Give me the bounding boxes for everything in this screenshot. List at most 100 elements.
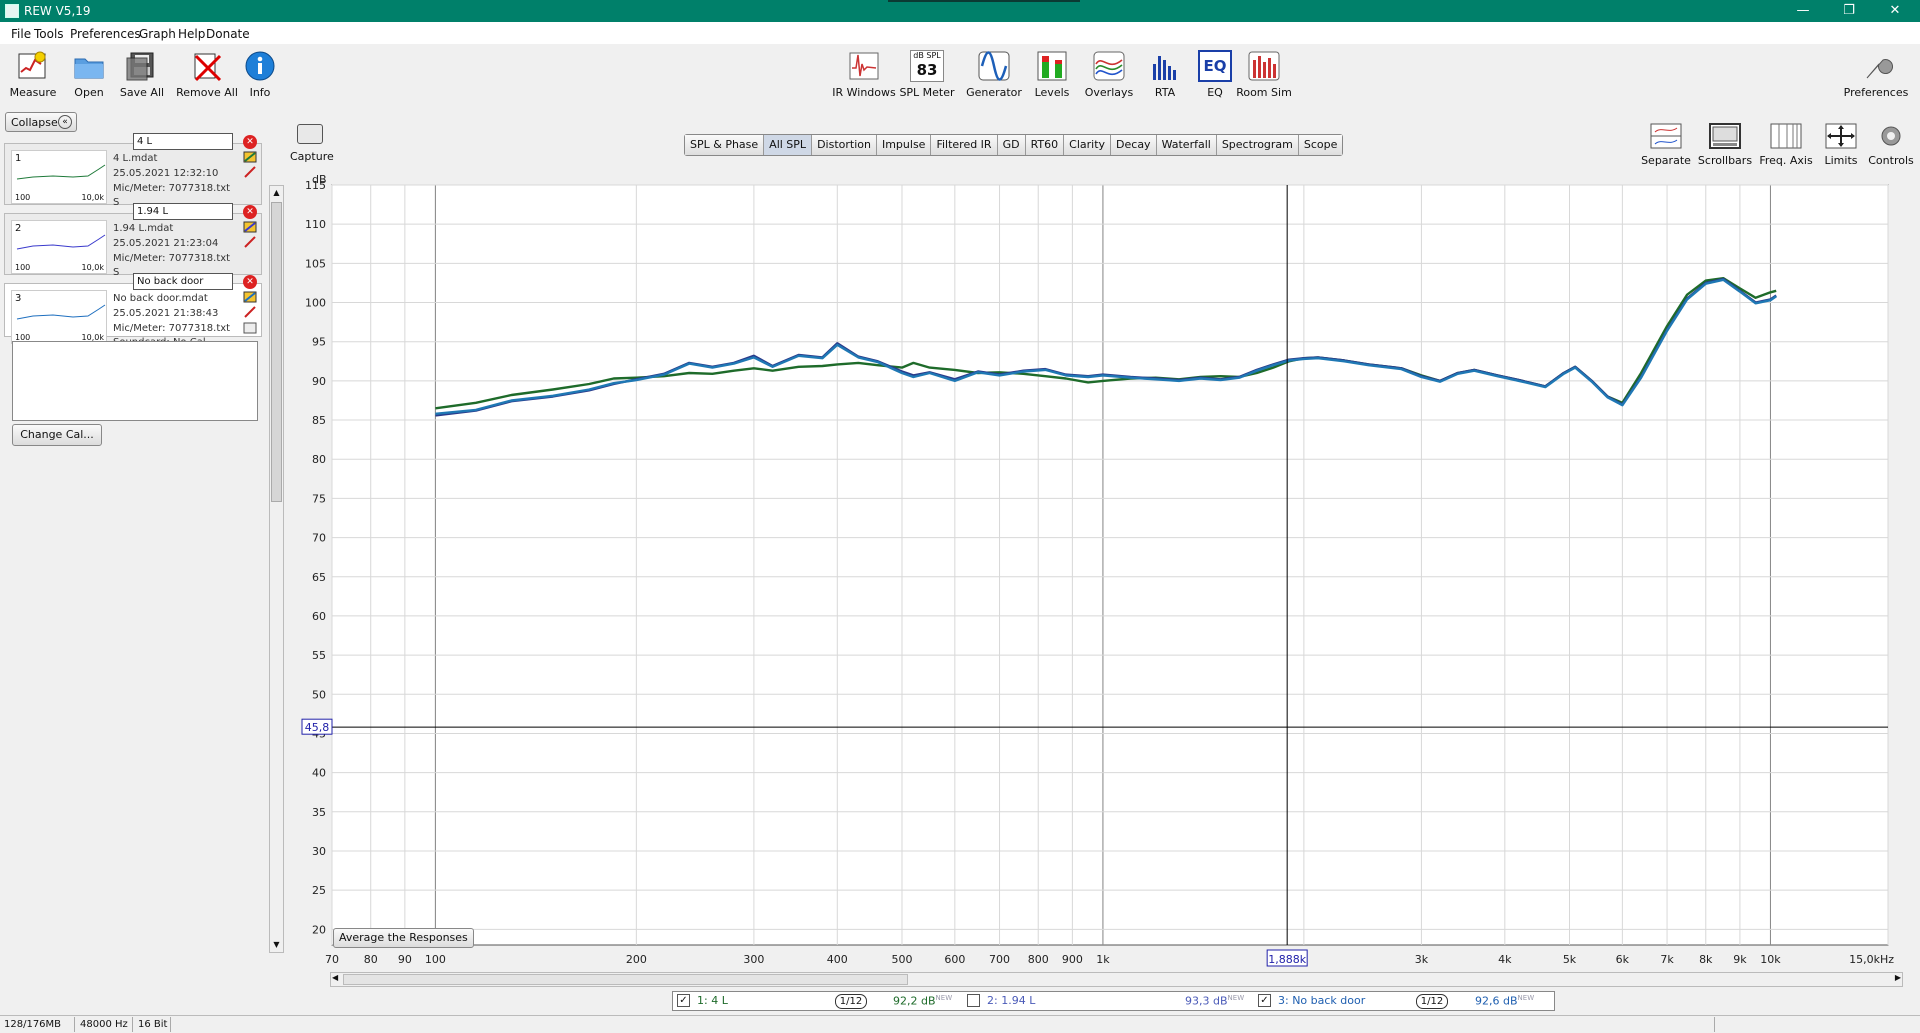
edit-color-icon[interactable] [243,221,257,233]
limits-icon [1825,123,1857,149]
preferences-button[interactable]: Preferences [1841,50,1911,99]
cursor-x-readout: 1,888k [1268,953,1306,966]
tab-waterfall[interactable]: Waterfall [1156,135,1217,155]
x-tick-label: 9k [1733,953,1747,966]
controls-button[interactable]: Controls [1861,122,1920,167]
pencil-icon[interactable] [243,236,257,248]
x-tick-label: 500 [891,953,912,966]
scroll-right-icon[interactable]: ▶ [1895,973,1901,982]
capture-button[interactable]: Capture [290,124,334,163]
measurement-mic: Mic/Meter: 7077318.txt [113,183,231,194]
freq-axis-icon [1770,123,1802,149]
scroll-up-icon[interactable]: ▲ [270,186,283,200]
measurement-item[interactable]: 3 100 10,0k No back door ✕ No back door.… [4,273,262,348]
measurement-mic: Mic/Meter: 7077318.txt [113,253,231,264]
edit-color-icon[interactable] [243,151,257,163]
tab-rt60[interactable]: RT60 [1025,135,1065,155]
legend-value: 93,3 dBNEW [1185,994,1245,1008]
tab-impulse[interactable]: Impulse [876,135,932,155]
x-tick-label: 900 [1062,953,1083,966]
y-tick-label: 50 [312,688,326,701]
remove-measurement-icon[interactable]: ✕ [243,205,257,219]
x-tick-label: 80 [364,953,378,966]
scrollbars-icon [1709,123,1741,149]
legend-checkbox[interactable] [967,994,980,1007]
spl-meter-button[interactable]: dB SPL 83 SPL Meter [892,50,962,99]
scrollbar-thumb[interactable] [271,202,282,502]
wrench-icon [1866,59,1893,79]
change-cal-button[interactable]: Change Cal... [12,424,102,446]
panel-scrollbar[interactable]: ▲ ▼ [269,185,284,953]
tab-all-spl[interactable]: All SPL [764,135,813,155]
menu-file[interactable]: File [11,27,31,41]
spl-meter-icon: dB SPL 83 [910,50,944,82]
ir-windows-icon [849,52,879,80]
remove-measurement-icon[interactable]: ✕ [243,275,257,289]
levels-icon [1037,51,1067,81]
tab-filtered-ir[interactable]: Filtered IR [931,135,998,155]
y-tick-label: 65 [312,571,326,584]
menu-preferences[interactable]: Preferences [70,27,141,41]
x-tick-label: 5k [1563,953,1577,966]
y-tick-label: 70 [312,532,326,545]
window-title: REW V5,19 [24,4,91,18]
freq-axis-button[interactable]: Freq. Axis [1756,122,1816,167]
info-button[interactable]: Info [225,50,295,99]
measurement-name-field[interactable]: 1.94 L [133,203,233,220]
spl-graph[interactable]: 2025303540455055606570758085909510010511… [290,175,1920,990]
minimize-button[interactable]: — [1780,0,1826,22]
measurement-item[interactable]: 1 100 10,0k 4 L ✕ 4 L.mdat 25.05.2021 12… [4,133,262,208]
gear-icon [1881,126,1901,146]
tab-distortion[interactable]: Distortion [812,135,877,155]
measurement-mic: Mic/Meter: 7077318.txt [113,323,231,334]
edit-color-icon[interactable] [243,291,257,303]
y-tick-label: 75 [312,492,326,505]
menu-donate[interactable]: Donate [206,27,250,41]
graph-horizontal-scrollbar[interactable]: ◀ ▶ [330,972,1903,987]
save-all-button[interactable]: Save All [107,50,177,99]
menu-graph[interactable]: Graph [139,27,176,41]
cal-file-icon[interactable] [243,322,257,334]
measurement-name-field[interactable]: 4 L [133,133,233,150]
measurement-item[interactable]: 2 100 10,0k 1.94 L ✕ 1.94 L.mdat 25.05.2… [4,203,262,278]
separate-button[interactable]: Separate [1636,122,1696,167]
ir-windows-button[interactable]: IR Windows [829,50,899,99]
tab-spectrogram[interactable]: Spectrogram [1216,135,1299,155]
average-responses-button[interactable]: Average the Responses [333,928,474,948]
thumbnail-curve [16,164,106,180]
menu-tools[interactable]: Tools [34,27,64,41]
legend-checkbox[interactable]: ✓ [677,994,690,1007]
scroll-down-icon[interactable]: ▼ [270,938,283,952]
x-tick-label: 70 [325,953,339,966]
room-sim-button[interactable]: Room Sim [1229,50,1299,99]
tab-clarity[interactable]: Clarity [1064,135,1112,155]
pencil-icon[interactable] [243,166,257,178]
scroll-left-icon[interactable]: ◀ [332,973,338,982]
x-tick-label: 200 [626,953,647,966]
remove-measurement-icon[interactable]: ✕ [243,135,257,149]
thumbnail-curve [16,234,106,250]
scrollbar-thumb[interactable] [343,974,908,985]
sample-rate: 48000 Hz [80,1019,128,1030]
notes-textarea[interactable] [12,341,258,421]
tab-decay[interactable]: Decay [1111,135,1157,155]
tab-spl-phase[interactable]: SPL & Phase [685,135,765,155]
scrollbars-button[interactable]: Scrollbars [1695,122,1755,167]
x-tick-label: 100 [425,953,446,966]
tab-gd[interactable]: GD [997,135,1026,155]
x-tick-label: 7k [1660,953,1674,966]
cursor-y-readout: 45,8 [305,721,330,734]
restore-button[interactable]: ❐ [1826,0,1872,22]
smoothing-selector[interactable]: 1/12 [1416,994,1448,1009]
close-window-button[interactable]: ✕ [1872,0,1918,22]
plot-area [331,184,1889,946]
tab-scope[interactable]: Scope [1298,135,1343,155]
measurement-name-field[interactable]: No back door [133,273,233,290]
pencil-icon[interactable] [243,306,257,318]
title-notch [888,0,1080,2]
collapse-button[interactable]: Collapse « [5,112,77,132]
camera-icon [297,124,323,144]
menu-help[interactable]: Help [178,27,205,41]
legend-checkbox[interactable]: ✓ [1258,994,1271,1007]
smoothing-selector[interactable]: 1/12 [835,994,867,1009]
